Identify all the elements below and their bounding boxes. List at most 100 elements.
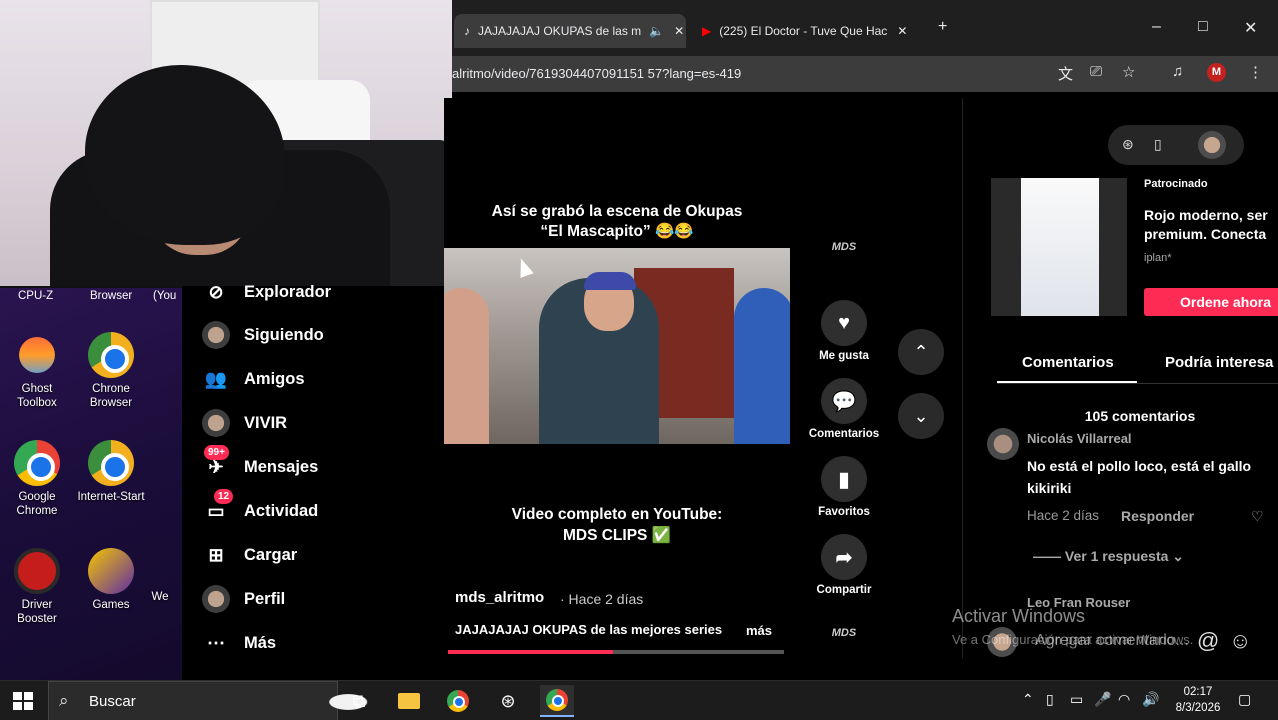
sound-disc-text: MDS xyxy=(831,627,857,639)
maximize-icon[interactable]: □ xyxy=(1198,18,1208,36)
video-progress-bar[interactable] xyxy=(448,650,784,654)
comments-button[interactable]: 💬 Comentarios xyxy=(800,378,888,440)
video-player[interactable]: Así se grabó la escena de Okupas “El Mas… xyxy=(444,98,790,658)
tray-wifi-icon[interactable]: ◠ xyxy=(1118,691,1130,708)
order-now-button[interactable]: Ordene ahora xyxy=(1144,288,1278,316)
nav-item-explorador[interactable]: ⊘ Explorador xyxy=(202,277,331,307)
file-explorer-icon[interactable] xyxy=(392,685,426,717)
search-icon: ⌕ xyxy=(59,691,69,710)
like-label: Me gusta xyxy=(819,350,869,362)
close-tab-icon[interactable]: ✕ xyxy=(674,24,684,38)
close-window-icon[interactable]: ✕ xyxy=(1244,18,1257,38)
tab-youtube[interactable]: ▶ (225) El Doctor - Tuve Que Hac ✕ xyxy=(692,14,924,48)
desktop-icon-games[interactable]: Games xyxy=(75,548,147,612)
phone-icon[interactable]: ▯ xyxy=(1154,136,1162,153)
desktop-icon-we[interactable]: We xyxy=(140,590,180,604)
nav-item-vivir[interactable]: VIVIR xyxy=(202,408,287,438)
taskbar-clock[interactable]: 02:17 8/3/2026 xyxy=(1166,684,1230,716)
translate-icon[interactable]: 文 xyxy=(1058,63,1073,84)
webcam-overlay xyxy=(0,0,452,288)
comment-avatar[interactable] xyxy=(987,428,1019,460)
driver-booster-taskbar-icon[interactable]: ⊛ xyxy=(491,685,525,717)
nav-item-label: Mensajes xyxy=(244,457,319,476)
close-tab-icon[interactable]: ✕ xyxy=(897,24,907,38)
windows-start-button[interactable] xyxy=(13,692,33,710)
desktop-label-browser[interactable]: Browser xyxy=(90,290,132,302)
creator-avatar[interactable]: MDS xyxy=(823,226,865,268)
chevron-down-icon[interactable]: ⌄ xyxy=(898,393,944,439)
tray-volume-icon[interactable]: 🔊 xyxy=(1142,691,1159,708)
chrome-taskbar-icon[interactable] xyxy=(441,685,475,717)
share-button[interactable]: ➦ Compartir xyxy=(800,534,888,596)
chrome-profile-taskbar-icon[interactable] xyxy=(540,685,574,717)
ad-image[interactable] xyxy=(991,178,1127,316)
video-posted-time: · Hace 2 días xyxy=(560,591,644,607)
desktop-icon-internet-start[interactable]: Internet-Start xyxy=(75,440,147,504)
nav-item-label: VIVIR xyxy=(244,413,288,432)
emoji-icon[interactable]: ☺ xyxy=(1229,628,1251,654)
video-caption-top: Así se grabó la escena de Okupas “El Mas… xyxy=(444,202,790,242)
bookmark-star-icon[interactable]: ☆ xyxy=(1122,63,1135,81)
comment-icon: 💬 xyxy=(821,378,867,424)
media-control-icon[interactable]: ♫ xyxy=(1172,63,1183,80)
comment-count: 105 comentarios xyxy=(1084,408,1196,424)
tab-label: JAJAJAJAJ OKUPAS de las m xyxy=(478,24,642,38)
comment-like-icon[interactable]: ♡ xyxy=(1251,508,1264,525)
activate-windows-subtitle: Ve a Configuración para activar Windows. xyxy=(952,632,1194,647)
compass-icon: ⊘ xyxy=(208,281,224,302)
speaker-icon[interactable]: 🔈 xyxy=(649,24,664,38)
tab-comments[interactable]: Comentarios xyxy=(1022,354,1114,371)
desktop-label-you[interactable]: (You xyxy=(153,290,176,302)
task-view-icon[interactable]: ⧉ xyxy=(342,685,376,717)
new-tab-button[interactable]: + xyxy=(938,18,947,36)
minimize-icon[interactable]: – xyxy=(1152,18,1161,36)
nav-item-siguiendo[interactable]: Siguiendo xyxy=(202,320,324,350)
nav-item-mas[interactable]: ⋯ Más xyxy=(202,628,276,658)
share-icon: ➦ xyxy=(821,534,867,580)
sidebar-nav: ⊘ Explorador Siguiendo 👥 Amigos VIVIR ✈ 9… xyxy=(182,282,444,658)
tab-tiktok[interactable]: ♪ JAJAJAJAJ OKUPAS de las m 🔈 ✕ xyxy=(454,14,686,48)
tray-app-icon[interactable]: ▯ xyxy=(1046,691,1054,708)
nav-item-cargar[interactable]: ⊞ Cargar xyxy=(202,540,297,570)
nav-item-mensajes[interactable]: ✈ 99+ Mensajes xyxy=(202,445,319,482)
nav-item-amigos[interactable]: 👥 Amigos xyxy=(202,364,305,394)
profile-avatar[interactable]: M xyxy=(1207,63,1226,82)
sound-disc[interactable]: MDS xyxy=(823,612,865,654)
notifications-icon[interactable]: ▢ xyxy=(1238,691,1251,708)
desktop-icon-google-chrome[interactable]: Google Chrome xyxy=(1,440,73,518)
tray-battery-icon[interactable]: ▭ xyxy=(1070,691,1083,708)
desktop-icon-driver-booster[interactable]: Driver Booster xyxy=(1,548,73,626)
view-replies-button[interactable]: —— Ver 1 respuesta ⌄ xyxy=(1033,548,1184,565)
coin-icon[interactable]: ⊛ xyxy=(1122,136,1134,153)
tray-chevron-up-icon[interactable]: ⌃ xyxy=(1022,691,1034,708)
tray-mic-icon[interactable]: 🎤 xyxy=(1094,691,1111,708)
mention-icon[interactable]: @ xyxy=(1197,628,1219,654)
desktop-label-cpuz[interactable]: CPU-Z xyxy=(18,290,53,302)
video-frame[interactable] xyxy=(444,248,790,444)
more-icon: ⋯ xyxy=(207,632,225,653)
video-person-right xyxy=(734,288,790,444)
nav-item-actividad[interactable]: ▭ 12 Actividad xyxy=(202,489,318,526)
reply-button[interactable]: Responder xyxy=(1121,508,1194,524)
more-link[interactable]: más xyxy=(746,623,772,638)
address-bar[interactable]: alritmo/video/7619304407091151 57?lang=e… xyxy=(452,56,1278,92)
favorites-button[interactable]: ▮ Favoritos xyxy=(800,456,888,518)
ad-text: Rojo moderno, ser premium. Conecta xyxy=(1144,206,1278,244)
cast-icon[interactable]: ⎚ xyxy=(1090,63,1102,80)
tab-label: (225) El Doctor - Tuve Que Hac xyxy=(719,24,888,38)
taskbar-search-box[interactable]: ⌕ Buscar xyxy=(48,681,377,720)
nav-item-perfil[interactable]: Perfil xyxy=(202,584,285,614)
caption-line: “El Mascapito” 😂😂 xyxy=(540,223,694,240)
comment-username[interactable]: Nicolás Villarreal xyxy=(1027,431,1132,446)
menu-dots-icon[interactable]: ⋮ xyxy=(1248,63,1263,81)
desktop-icon-chrone-browser[interactable]: Chrone Browser xyxy=(75,332,147,410)
desktop-icon-ghost-toolbox[interactable]: Ghost Toolbox xyxy=(1,329,73,410)
video-author[interactable]: mds_alritmo xyxy=(455,589,544,606)
tab-related[interactable]: Podría interesa xyxy=(1165,354,1273,371)
clock-time: 02:17 xyxy=(1183,686,1213,698)
chevron-up-icon[interactable]: ⌃ xyxy=(898,329,944,375)
url-text[interactable]: alritmo/video/7619304407091151 57?lang=e… xyxy=(452,66,741,81)
view-replies-label: Ver 1 respuesta xyxy=(1064,548,1169,564)
like-button[interactable]: ♥ Me gusta xyxy=(800,300,888,362)
user-avatar[interactable] xyxy=(1198,131,1226,159)
